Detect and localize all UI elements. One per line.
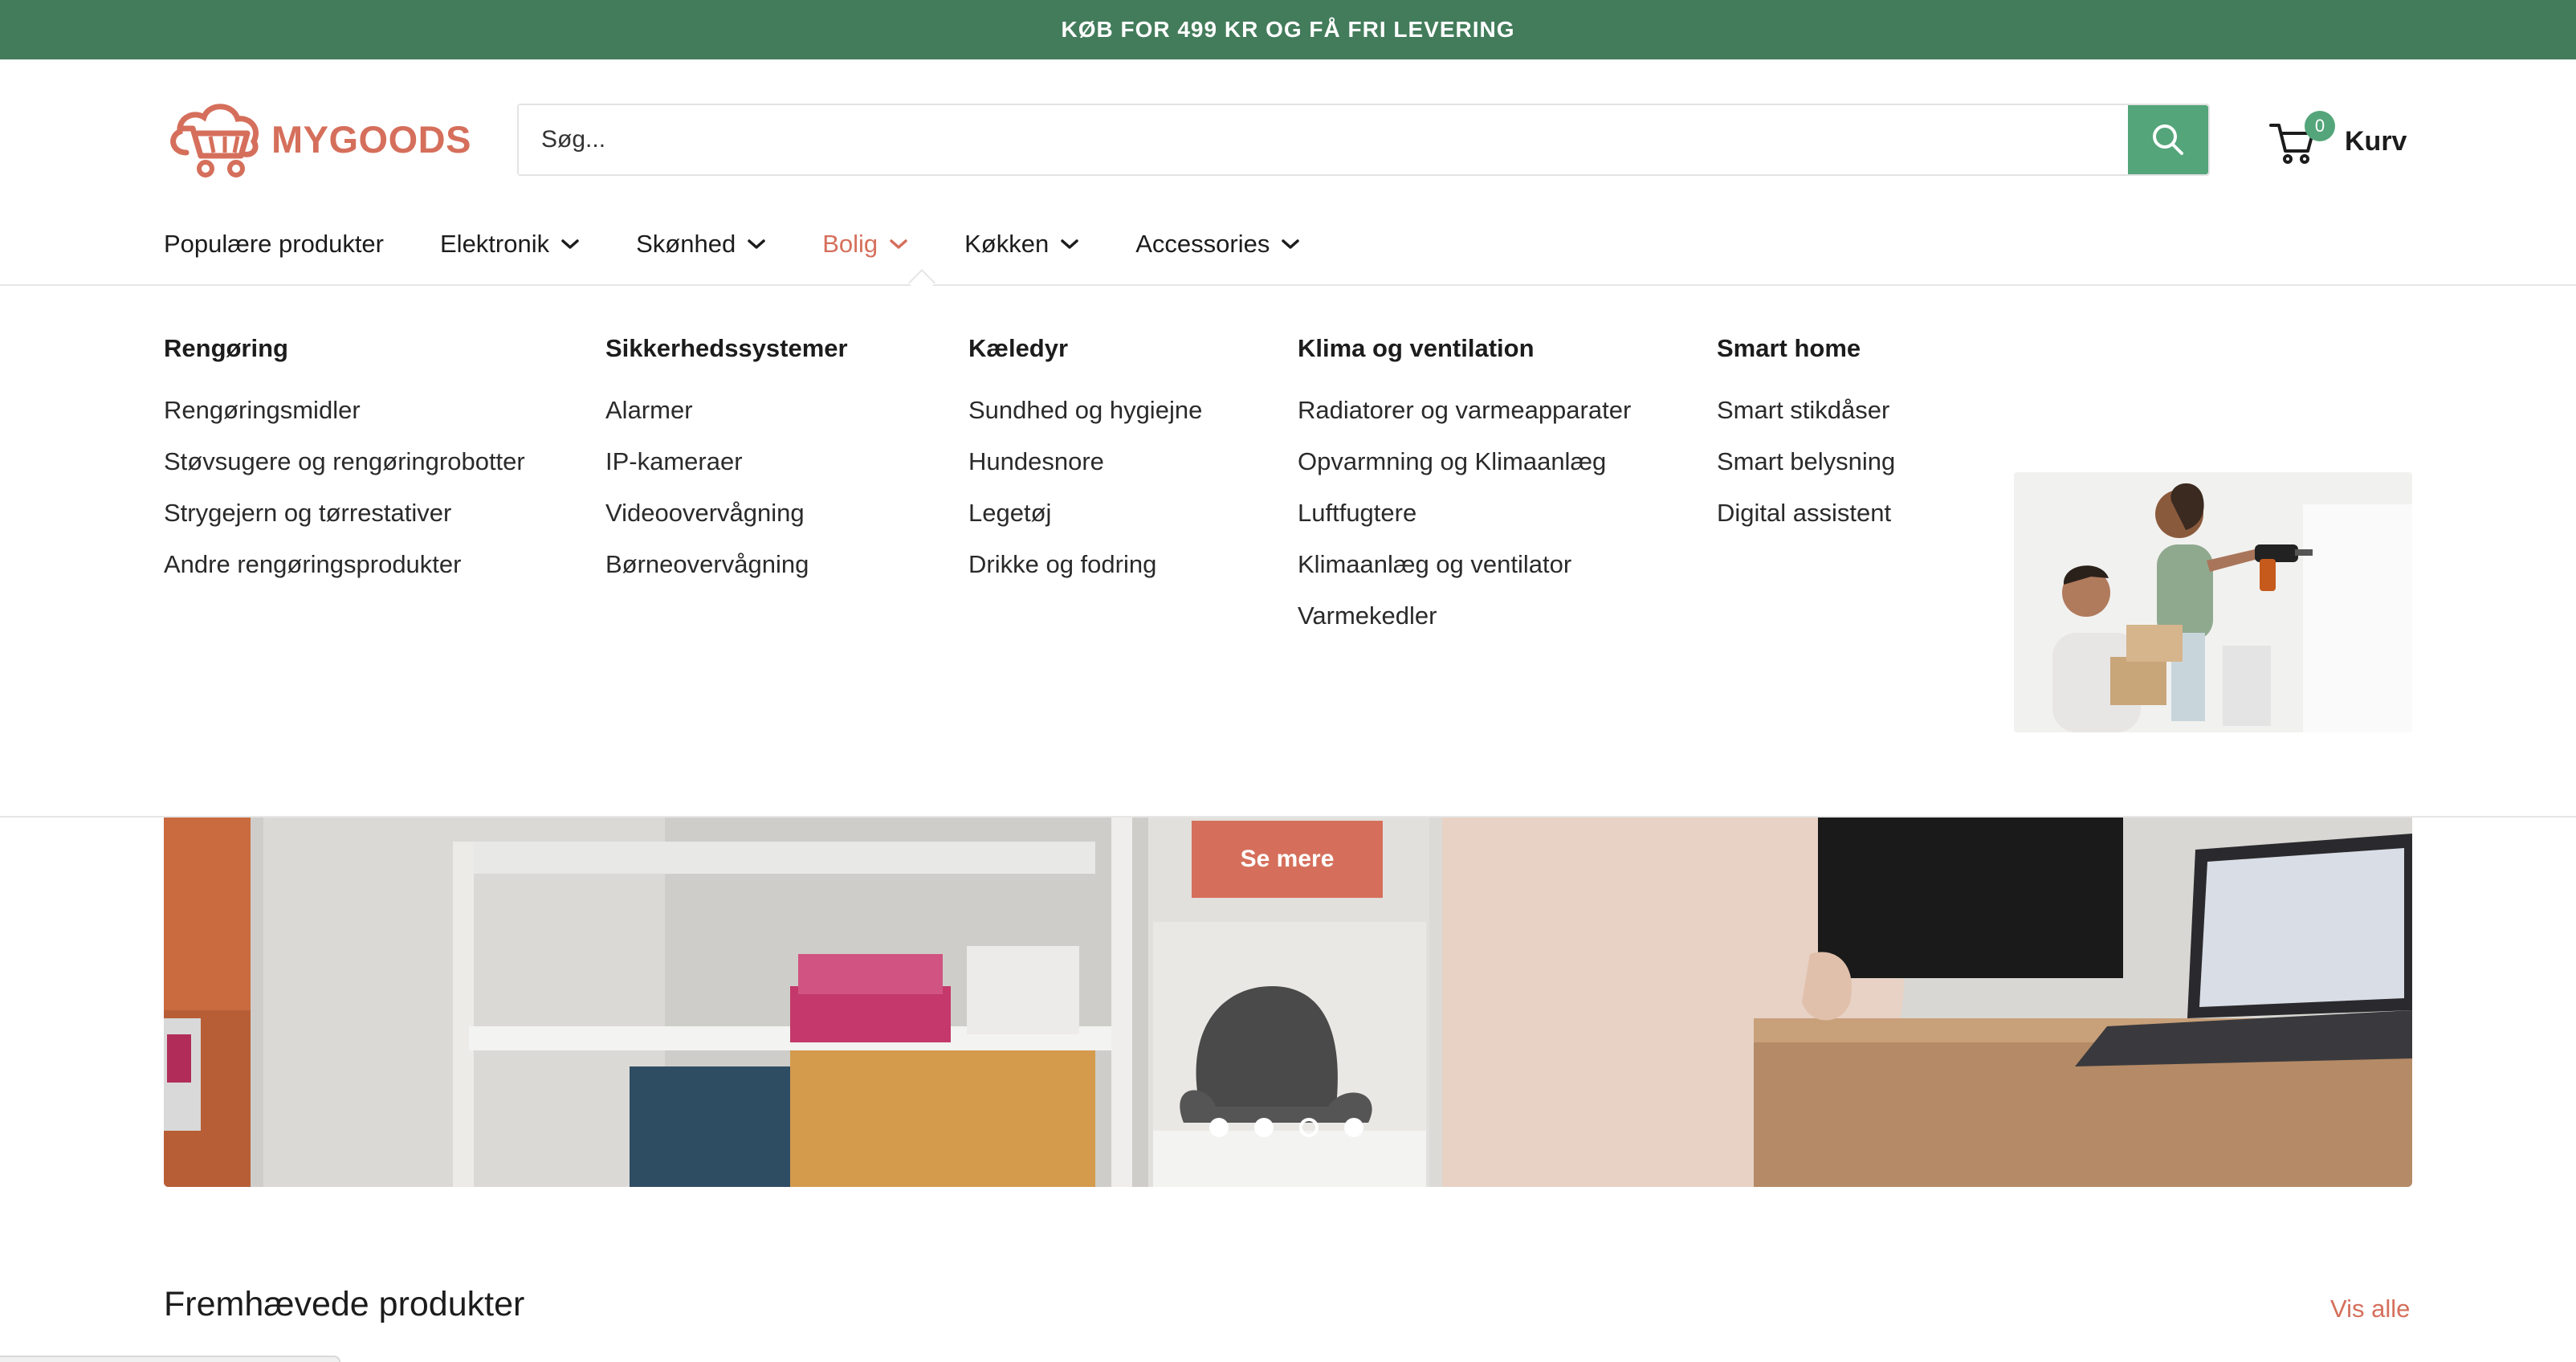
chevron-down-icon — [1282, 239, 1300, 249]
couple-drilling-image — [2014, 472, 2412, 732]
mega-column-title[interactable]: Klima og ventilation — [1298, 334, 1683, 363]
nav-item-2[interactable]: Skønhed — [636, 230, 766, 259]
search-icon — [2153, 124, 2183, 155]
mega-menu-link[interactable]: Hundesnore — [968, 445, 1274, 479]
mega-menu-link[interactable]: Alarmer — [605, 394, 943, 427]
carousel-dot-4[interactable] — [1344, 1118, 1363, 1137]
chevron-down-icon — [561, 239, 579, 249]
carousel-dots — [1209, 1118, 1363, 1137]
mega-column-title[interactable]: Kæledyr — [968, 334, 1274, 363]
mega-menu-link[interactable]: Smart stikdåser — [1717, 394, 1958, 427]
carousel-dot-2[interactable] — [1254, 1118, 1274, 1137]
nav-item-0[interactable]: Populære produkter — [164, 230, 384, 259]
mega-menu-bolig: Rengøring Rengøringsmidler Støvsugere og r… — [0, 286, 2576, 818]
mega-menu-link[interactable]: Digital assistent — [1717, 496, 1958, 530]
mega-menu-link[interactable]: Opvarmning og Klimaanlæg — [1298, 445, 1683, 479]
mega-menu-link[interactable]: Andre rengøringsprodukter — [164, 548, 581, 581]
view-all-link[interactable]: Vis alle — [2330, 1295, 2410, 1323]
mega-menu-link[interactable]: Legetøj — [968, 496, 1274, 530]
nav-item-label: Accessories — [1135, 230, 1270, 258]
cart-cloud-logo-icon — [170, 104, 259, 177]
bottom-widget-tab[interactable] — [0, 1356, 340, 1362]
carousel-dot-3-active[interactable] — [1299, 1118, 1319, 1137]
mega-column-4: Smart home Smart stikdåser Smart belysning… — [1717, 334, 1958, 548]
mega-column-title[interactable]: Smart home — [1717, 334, 1958, 363]
mega-menu-link[interactable]: Børneovervågning — [605, 548, 943, 581]
main-nav: Populære produkter Elektronik Skønhed Bolig… — [164, 220, 1356, 268]
cart-count-badge: 0 — [2305, 111, 2335, 141]
mega-column-title[interactable]: Sikkerhedssystemer — [605, 334, 943, 363]
search-input[interactable] — [519, 105, 2128, 174]
mega-menu-link[interactable]: Rengøringsmidler — [164, 394, 581, 427]
cart-label: Kurv — [2345, 125, 2407, 157]
nav-item-1[interactable]: Elektronik — [440, 230, 580, 259]
search-bar — [517, 104, 2210, 176]
nav-item-5[interactable]: Accessories — [1135, 230, 1300, 259]
featured-products-title: Fremhævede produkter — [164, 1285, 525, 1323]
mega-column-3: Klima og ventilation Radiatorer og varmea… — [1298, 334, 1683, 650]
chevron-down-icon — [1061, 239, 1078, 249]
chevron-down-icon — [748, 239, 765, 249]
mega-column-2: Kæledyr Sundhed og hygiejne Hundesnore Lege… — [968, 334, 1274, 599]
mega-column-1: Sikkerhedssystemer Alarmer IP-kameraer Vide… — [605, 334, 943, 599]
search-button[interactable] — [2128, 105, 2208, 174]
nav-item-4[interactable]: Køkken — [964, 230, 1079, 259]
chevron-down-icon — [890, 239, 907, 249]
mega-menu-link[interactable]: Videoovervågning — [605, 496, 943, 530]
nav-item-3[interactable]: Bolig — [822, 230, 908, 259]
logo[interactable]: MYGOODS — [164, 96, 471, 181]
mega-menu-link[interactable]: Smart belysning — [1717, 445, 1958, 479]
announcement-bar: KØB FOR 499 KR OG FÅ FRI LEVERING — [0, 0, 2576, 59]
nav-item-label: Køkken — [964, 230, 1050, 258]
cart-button[interactable]: 0 Kurv — [2268, 109, 2407, 173]
mega-menu-link[interactable]: Klimaanlæg og ventilator — [1298, 548, 1683, 581]
nav-item-label: Bolig — [822, 230, 878, 258]
see-more-button[interactable]: Se mere — [1192, 821, 1383, 898]
mega-menu-link[interactable]: Radiatorer og varmeapparater — [1298, 394, 1683, 427]
mega-menu-link[interactable]: Støvsugere og rengøringrobotter — [164, 445, 581, 479]
carousel-dot-1[interactable] — [1209, 1118, 1229, 1137]
mega-column-0: Rengøring Rengøringsmidler Støvsugere og r… — [164, 334, 581, 599]
nav-item-label: Skønhed — [636, 230, 736, 258]
site-header: MYGOODS 0 Kurv Populære produkter Elektro… — [0, 59, 2576, 286]
mega-menu-link[interactable]: IP-kameraer — [605, 445, 943, 479]
logo-text: MYGOODS — [271, 117, 471, 161]
mega-menu-link[interactable]: Sundhed og hygiejne — [968, 394, 1274, 427]
mega-menu-link[interactable]: Drikke og fodring — [968, 548, 1274, 581]
announcement-text: KØB FOR 499 KR OG FÅ FRI LEVERING — [1061, 17, 1515, 42]
mega-column-title[interactable]: Rengøring — [164, 334, 581, 363]
nav-item-label: Populære produkter — [164, 230, 384, 258]
nav-item-label: Elektronik — [440, 230, 550, 258]
mega-menu-link[interactable]: Varmekedler — [1298, 599, 1683, 633]
illustration-image — [2014, 472, 2412, 732]
mega-menu-link[interactable]: Strygejern og tørrestativer — [164, 496, 581, 530]
mega-menu-link[interactable]: Luftfugtere — [1298, 496, 1683, 530]
